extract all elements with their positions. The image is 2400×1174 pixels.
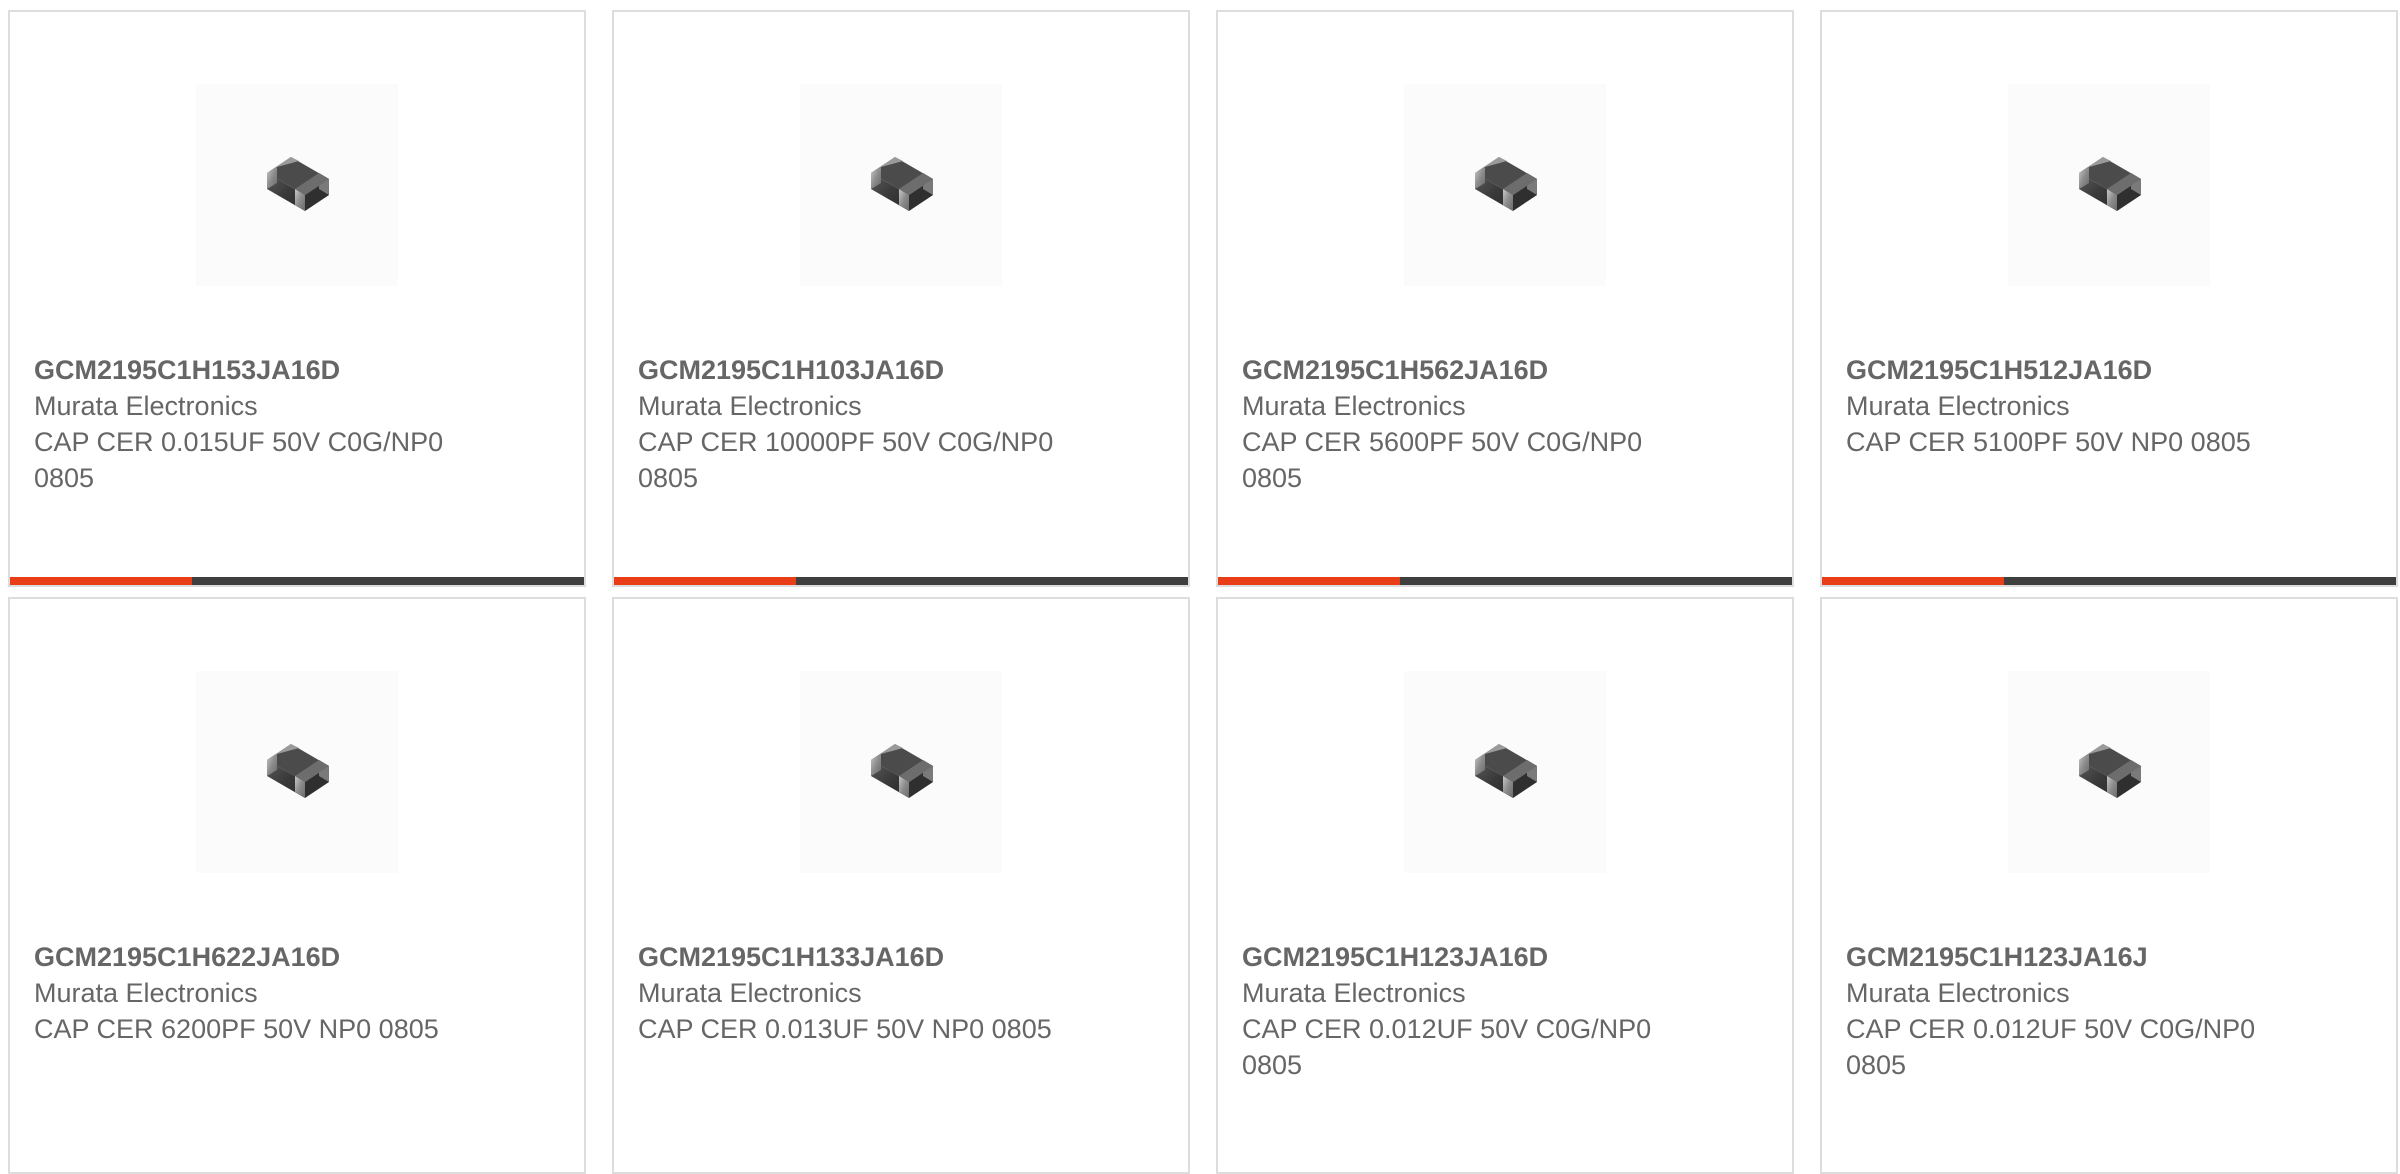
product-info: GCM2195C1H562JA16D Murata Electronics CA… — [1242, 352, 1682, 496]
manufacturer-name: Murata Electronics — [1242, 391, 1466, 421]
product-description: CAP CER 10000PF 50V C0G/NP0 0805 — [638, 427, 1054, 493]
ceramic-capacitor-chip-icon — [247, 730, 347, 815]
product-image[interactable] — [1404, 671, 1606, 873]
manufacturer-name: Murata Electronics — [34, 978, 258, 1008]
product-card[interactable]: GCM2195C1H512JA16D Murata Electronics CA… — [1820, 10, 2398, 587]
ceramic-capacitor-chip-icon — [2059, 730, 2159, 815]
product-card[interactable]: GCM2195C1H153JA16D Murata Electronics CA… — [8, 10, 586, 587]
manufacturer-name: Murata Electronics — [638, 978, 862, 1008]
part-number-link[interactable]: GCM2195C1H123JA16J — [1846, 939, 2286, 975]
product-image[interactable] — [800, 671, 1002, 873]
product-card[interactable]: GCM2195C1H123JA16D Murata Electronics CA… — [1216, 597, 1794, 1174]
product-card[interactable]: GCM2195C1H123JA16J Murata Electronics CA… — [1820, 597, 2398, 1174]
product-info: GCM2195C1H103JA16D Murata Electronics CA… — [638, 352, 1078, 496]
ceramic-capacitor-chip-icon — [1455, 730, 1555, 815]
product-card[interactable]: GCM2195C1H562JA16D Murata Electronics CA… — [1216, 10, 1794, 587]
product-description: CAP CER 5100PF 50V NP0 0805 — [1846, 427, 2251, 457]
card-accent-fill — [1218, 577, 1400, 585]
product-description: CAP CER 0.012UF 50V C0G/NP0 0805 — [1242, 1014, 1652, 1080]
product-card[interactable]: GCM2195C1H103JA16D Murata Electronics CA… — [612, 10, 1190, 587]
product-grid: GCM2195C1H153JA16D Murata Electronics CA… — [8, 10, 2400, 1174]
product-info: GCM2195C1H123JA16D Murata Electronics CA… — [1242, 939, 1682, 1083]
manufacturer-name: Murata Electronics — [1846, 391, 2070, 421]
product-image[interactable] — [1404, 84, 1606, 286]
card-accent-fill — [1822, 577, 2004, 585]
ceramic-capacitor-chip-icon — [2059, 143, 2159, 228]
part-number-link[interactable]: GCM2195C1H103JA16D — [638, 352, 1078, 388]
product-description: CAP CER 5600PF 50V C0G/NP0 0805 — [1242, 427, 1643, 493]
product-image[interactable] — [800, 84, 1002, 286]
product-info: GCM2195C1H512JA16D Murata Electronics CA… — [1846, 352, 2286, 460]
part-number-link[interactable]: GCM2195C1H123JA16D — [1242, 939, 1682, 975]
ceramic-capacitor-chip-icon — [851, 143, 951, 228]
product-image[interactable] — [2008, 671, 2210, 873]
card-accent-bar — [10, 577, 584, 585]
card-accent-fill — [614, 577, 796, 585]
product-card[interactable]: GCM2195C1H622JA16D Murata Electronics CA… — [8, 597, 586, 1174]
manufacturer-name: Murata Electronics — [638, 391, 862, 421]
product-info: GCM2195C1H622JA16D Murata Electronics CA… — [34, 939, 474, 1047]
ceramic-capacitor-chip-icon — [851, 730, 951, 815]
product-image[interactable] — [2008, 84, 2210, 286]
product-description: CAP CER 6200PF 50V NP0 0805 — [34, 1014, 439, 1044]
product-description: CAP CER 0.012UF 50V C0G/NP0 0805 — [1846, 1014, 2256, 1080]
part-number-link[interactable]: GCM2195C1H153JA16D — [34, 352, 474, 388]
product-description: CAP CER 0.015UF 50V C0G/NP0 0805 — [34, 427, 444, 493]
product-info: GCM2195C1H123JA16J Murata Electronics CA… — [1846, 939, 2286, 1083]
product-image[interactable] — [196, 671, 398, 873]
manufacturer-name: Murata Electronics — [1846, 978, 2070, 1008]
part-number-link[interactable]: GCM2195C1H133JA16D — [638, 939, 1078, 975]
part-number-link[interactable]: GCM2195C1H512JA16D — [1846, 352, 2286, 388]
card-accent-bar — [614, 577, 1188, 585]
manufacturer-name: Murata Electronics — [34, 391, 258, 421]
product-description: CAP CER 0.013UF 50V NP0 0805 — [638, 1014, 1052, 1044]
card-accent-bar — [1218, 577, 1792, 585]
card-accent-fill — [10, 577, 192, 585]
part-number-link[interactable]: GCM2195C1H622JA16D — [34, 939, 474, 975]
ceramic-capacitor-chip-icon — [247, 143, 347, 228]
card-accent-bar — [1822, 577, 2396, 585]
product-card[interactable]: GCM2195C1H133JA16D Murata Electronics CA… — [612, 597, 1190, 1174]
ceramic-capacitor-chip-icon — [1455, 143, 1555, 228]
product-image[interactable] — [196, 84, 398, 286]
product-info: GCM2195C1H133JA16D Murata Electronics CA… — [638, 939, 1078, 1047]
part-number-link[interactable]: GCM2195C1H562JA16D — [1242, 352, 1682, 388]
manufacturer-name: Murata Electronics — [1242, 978, 1466, 1008]
product-info: GCM2195C1H153JA16D Murata Electronics CA… — [34, 352, 474, 496]
